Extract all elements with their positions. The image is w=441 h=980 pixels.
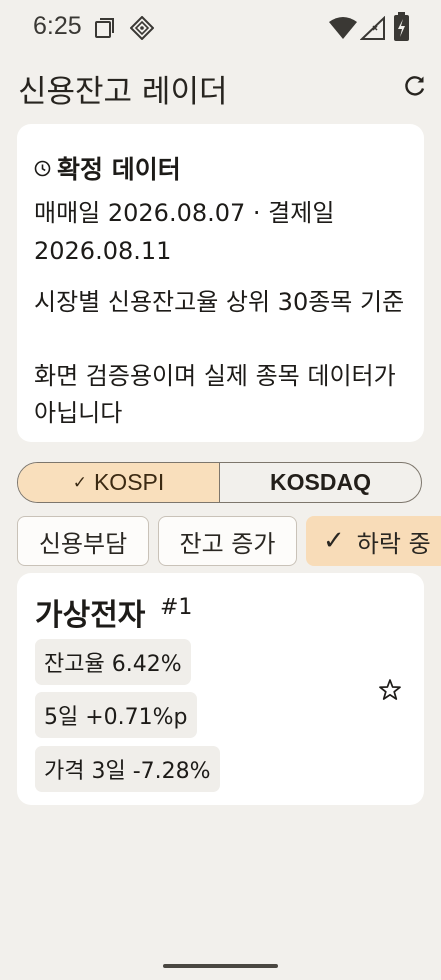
filter-chip-label: 신용부담 bbox=[38, 529, 128, 558]
info-card-header: 확정 데이터 bbox=[34, 150, 181, 186]
balance-ratio-tag: 잔고율 6.42% bbox=[35, 639, 191, 685]
filter-chip-label: 잔고 증가 bbox=[179, 529, 276, 558]
tab-kosdaq-label: KOSDAQ bbox=[270, 469, 371, 495]
app-notification-icon bbox=[130, 16, 154, 40]
data-info-card: 확정 데이터 매매일 2026.08.07 · 결제일 2026.08.11 시… bbox=[17, 124, 424, 442]
tab-kospi[interactable]: ✓ KOSPI bbox=[18, 463, 220, 502]
stock-name: 가상전자 bbox=[35, 598, 146, 633]
market-toggle: ✓ KOSPI KOSDAQ bbox=[17, 462, 422, 503]
check-icon: ✓ bbox=[323, 526, 345, 556]
filter-chip-label: 하락 중 bbox=[356, 529, 431, 558]
screen-icon bbox=[95, 18, 114, 38]
refresh-icon[interactable] bbox=[402, 73, 428, 99]
status-bar: 6:25 bbox=[0, 0, 441, 56]
trade-settlement-dates: 매매일 2026.08.07 · 결제일 2026.08.11 bbox=[34, 199, 335, 265]
tab-kospi-label: KOSPI bbox=[93, 469, 165, 495]
filter-chip-falling[interactable]: ✓ 하락 중 bbox=[306, 516, 441, 566]
check-icon: ✓ bbox=[72, 472, 87, 492]
basis-note: 시장별 신용잔고율 상위 30종목 기준 bbox=[34, 288, 405, 316]
signal-icon bbox=[360, 16, 385, 40]
battery-charging-icon bbox=[394, 12, 409, 41]
page-title: 신용잔고 레이더 bbox=[18, 74, 228, 110]
wifi-icon bbox=[329, 17, 357, 39]
star-outline-icon[interactable] bbox=[377, 677, 403, 703]
stock-rank: #1 bbox=[160, 595, 193, 620]
status-time: 6:25 bbox=[33, 12, 82, 40]
gesture-nav-handle[interactable] bbox=[163, 964, 278, 968]
info-card-title: 확정 데이터 bbox=[57, 155, 181, 184]
clock-icon bbox=[34, 160, 51, 176]
filter-chip-credit-burden[interactable]: 신용부담 bbox=[17, 516, 149, 566]
price-three-day-tag: 가격 3일 -7.28% bbox=[35, 746, 220, 792]
filter-chip-balance-increase[interactable]: 잔고 증가 bbox=[158, 516, 297, 566]
stock-card[interactable]: 가상전자 #1 잔고율 6.42% 5일 +0.71%p 가격 3일 -7.28… bbox=[17, 573, 424, 805]
five-day-change-tag: 5일 +0.71%p bbox=[35, 692, 197, 738]
tab-kosdaq[interactable]: KOSDAQ bbox=[220, 463, 421, 502]
disclaimer-note: 화면 검증용이며 실제 종목 데이터가 아닙니다 bbox=[34, 362, 396, 427]
